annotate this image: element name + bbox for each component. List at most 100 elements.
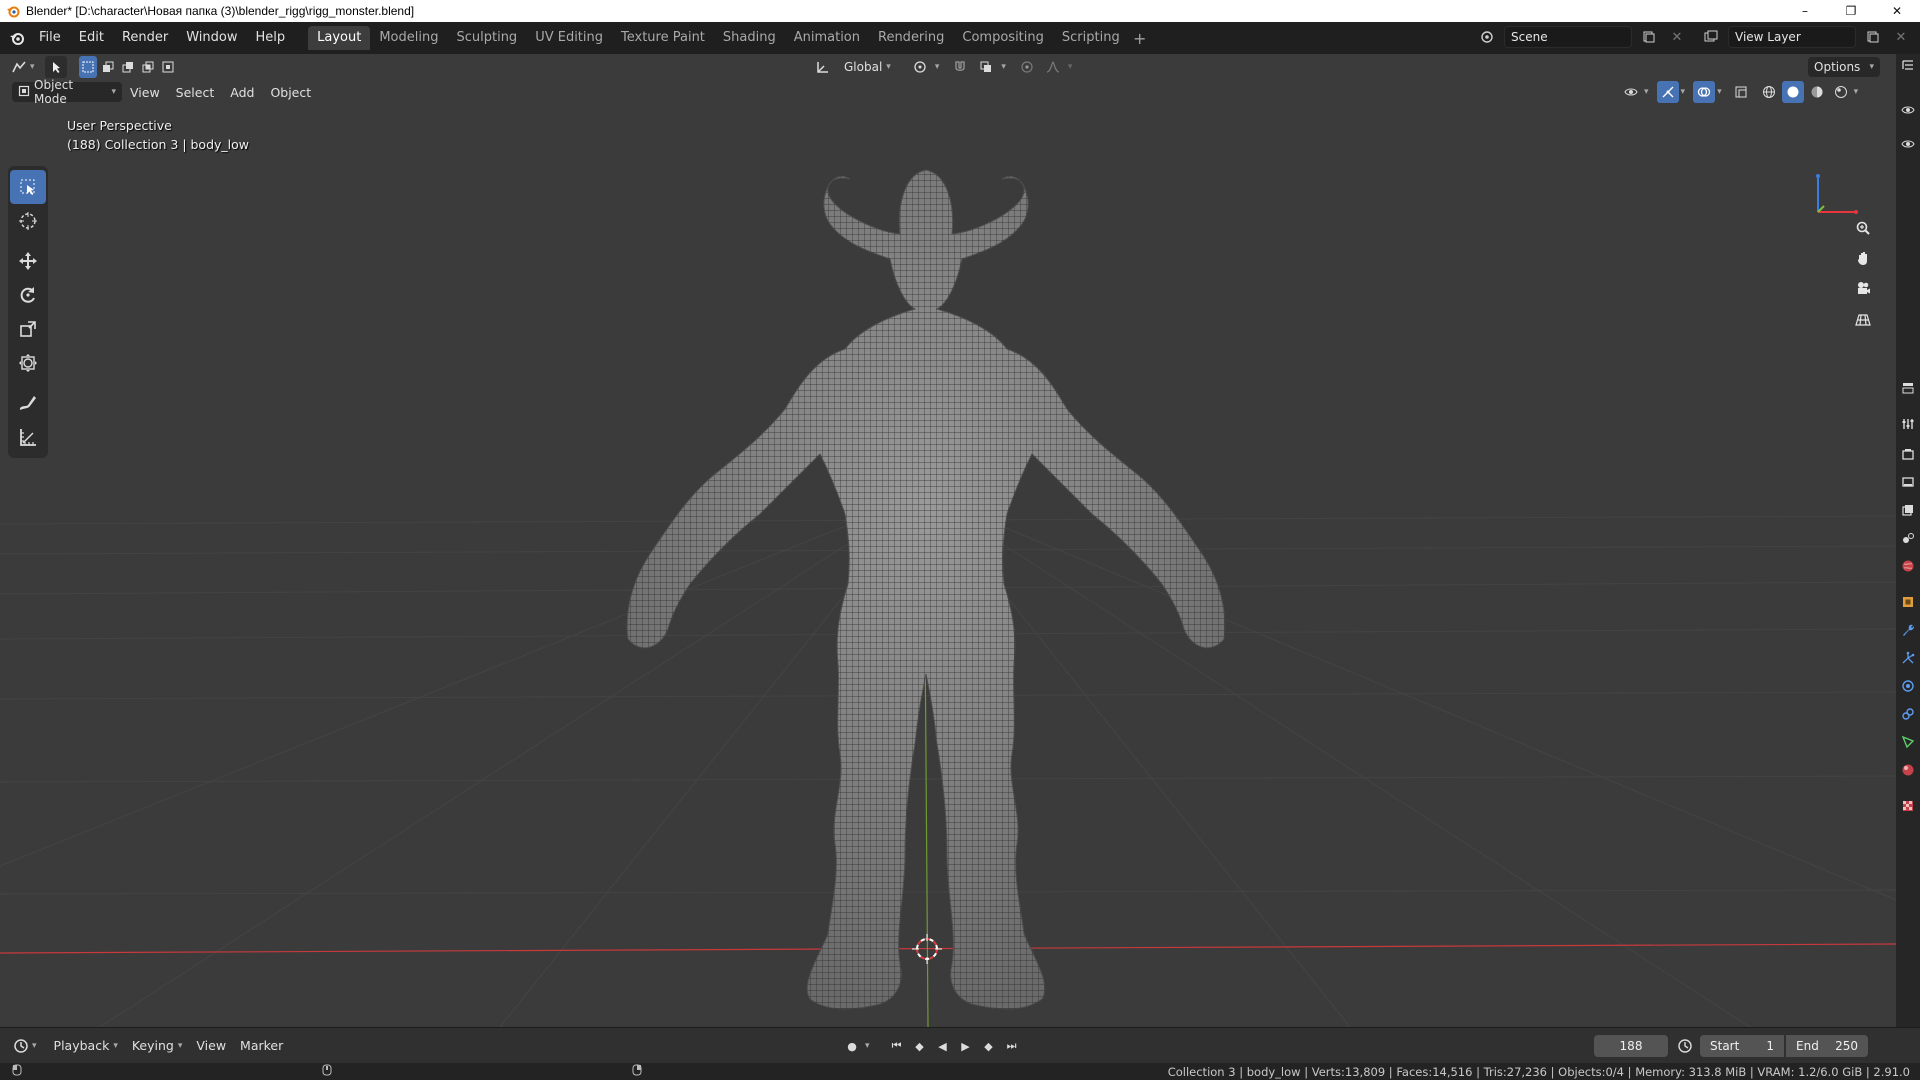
menu-render[interactable]: Render — [113, 27, 177, 49]
timeline-menu-playback[interactable]: Playback ▾ — [47, 1038, 125, 1053]
select-intersect-icon[interactable] — [159, 56, 177, 78]
editor-type-icon[interactable] — [8, 56, 30, 78]
falloff-icon[interactable] — [1042, 56, 1064, 78]
tab-rendering[interactable]: Rendering — [869, 26, 953, 50]
viewport-menu-add[interactable]: Add — [222, 85, 262, 100]
timeline-menu-marker[interactable]: Marker — [233, 1038, 290, 1053]
measure-icon[interactable] — [8, 420, 48, 454]
tool-settings-icon[interactable] — [1898, 414, 1918, 434]
texture-properties-icon[interactable] — [1898, 796, 1918, 816]
tab-animation[interactable]: Animation — [785, 26, 869, 50]
overlays-chevron-icon[interactable]: ▾ — [1717, 87, 1722, 97]
delete-view-layer-icon[interactable]: ✕ — [1890, 26, 1912, 48]
view-layer-type-icon[interactable] — [1700, 26, 1722, 48]
add-workspace-icon[interactable]: + — [1129, 27, 1151, 49]
tab-sculpting[interactable]: Sculpting — [447, 26, 526, 50]
select-new-icon[interactable] — [78, 56, 97, 78]
annotate-icon[interactable] — [8, 386, 48, 420]
render-properties-icon[interactable] — [1898, 444, 1918, 464]
rendered-shading-icon[interactable] — [1830, 81, 1852, 103]
properties-editor-icon[interactable] — [1898, 378, 1918, 398]
camera-view-icon[interactable] — [1849, 274, 1877, 302]
constraints-properties-icon[interactable] — [1898, 704, 1918, 724]
auto-keying-chevron-icon[interactable]: ▾ — [865, 1041, 870, 1051]
world-properties-icon[interactable] — [1898, 556, 1918, 576]
scene-type-icon[interactable] — [1476, 26, 1498, 48]
timeline-menu-view[interactable]: View — [189, 1038, 233, 1053]
tab-scripting[interactable]: Scripting — [1053, 26, 1129, 50]
perspective-toggle-icon[interactable] — [1849, 306, 1877, 334]
move-icon[interactable] — [8, 244, 48, 278]
tab-layout[interactable]: Layout — [308, 26, 371, 50]
cursor-icon[interactable] — [8, 204, 48, 238]
shading-chevron-icon[interactable]: ▾ — [1854, 87, 1859, 97]
tab-modeling[interactable]: Modeling — [370, 26, 447, 50]
current-frame-field[interactable]: 188 — [1594, 1035, 1668, 1057]
start-frame-field[interactable]: Start 1 — [1700, 1035, 1784, 1057]
options-dropdown[interactable]: Options ▾ — [1808, 57, 1880, 77]
xray-toggle-icon[interactable] — [1730, 81, 1752, 103]
end-frame-field[interactable]: End 250 — [1786, 1035, 1868, 1057]
prev-keyframe-icon[interactable]: ◆ — [910, 1036, 930, 1056]
visibility-eye-2-icon[interactable] — [1898, 134, 1918, 154]
solid-shading-icon[interactable] — [1781, 81, 1804, 103]
object-properties-icon[interactable] — [1898, 592, 1918, 612]
material-properties-icon[interactable] — [1898, 760, 1918, 780]
select-box-icon[interactable] — [10, 170, 46, 204]
pivot-point-icon[interactable] — [909, 56, 931, 78]
selectability-visibility-icon[interactable] — [1620, 81, 1642, 103]
scale-icon[interactable] — [8, 312, 48, 346]
particles-properties-icon[interactable] — [1898, 648, 1918, 668]
select-invert-icon[interactable] — [139, 56, 157, 78]
auto-keying-icon[interactable]: ● — [842, 1036, 862, 1056]
output-properties-icon[interactable] — [1898, 472, 1918, 492]
jump-start-icon[interactable]: ⏮ — [887, 1036, 907, 1056]
timeline-menu-keying[interactable]: Keying ▾ — [125, 1038, 190, 1053]
gizmo-toggle-icon[interactable] — [1656, 81, 1679, 103]
orientation-dropdown[interactable]: Global ▾ — [838, 57, 897, 77]
select-extend-icon[interactable] — [99, 56, 117, 78]
visibility-eye-icon[interactable] — [1898, 100, 1918, 120]
minimize-button[interactable]: – — [1782, 0, 1828, 22]
snap-toggle-icon[interactable] — [949, 56, 971, 78]
close-button[interactable]: ✕ — [1874, 0, 1920, 22]
scene-name-field[interactable]: Scene — [1504, 26, 1632, 48]
tab-uv-editing[interactable]: UV Editing — [526, 26, 612, 50]
scene-properties-icon[interactable] — [1898, 528, 1918, 548]
view-layer-properties-icon[interactable] — [1898, 500, 1918, 520]
wireframe-shading-icon[interactable] — [1758, 81, 1780, 103]
select-subtract-icon[interactable] — [119, 56, 137, 78]
falloff-chevron-icon[interactable]: ▾ — [1068, 62, 1073, 72]
viewport-menu-object[interactable]: Object — [262, 85, 319, 100]
jump-end-icon[interactable]: ⏭ — [1002, 1036, 1022, 1056]
mode-dropdown[interactable]: Object Mode ▾ — [12, 78, 122, 106]
modifier-properties-icon[interactable] — [1898, 620, 1918, 640]
physics-properties-icon[interactable] — [1898, 676, 1918, 696]
tab-compositing[interactable]: Compositing — [953, 26, 1053, 50]
viewport-menu-select[interactable]: Select — [168, 85, 223, 100]
menu-help[interactable]: Help — [247, 27, 295, 49]
outliner-icon[interactable] — [1898, 56, 1918, 76]
snap-target-icon[interactable] — [975, 56, 997, 78]
preview-range-icon[interactable] — [1674, 1035, 1696, 1057]
overlays-toggle-icon[interactable] — [1693, 81, 1716, 103]
proportional-edit-icon[interactable] — [1016, 56, 1038, 78]
tab-shading[interactable]: Shading — [714, 26, 785, 50]
pan-hand-icon[interactable] — [1849, 244, 1877, 272]
visibility-chevron-icon[interactable]: ▾ — [1644, 87, 1649, 97]
3d-viewport[interactable]: User Perspective (188) Collection 3 | bo… — [0, 54, 1896, 1027]
blender-menu-icon[interactable] — [4, 25, 30, 51]
material-preview-icon[interactable] — [1806, 81, 1828, 103]
rotate-icon[interactable] — [8, 278, 48, 312]
play-reverse-icon[interactable]: ◀ — [933, 1036, 953, 1056]
pivot-chevron-icon[interactable]: ▾ — [935, 62, 940, 72]
new-view-layer-icon[interactable] — [1862, 26, 1884, 48]
timeline-editor-chevron-icon[interactable]: ▾ — [32, 1041, 37, 1051]
gizmo-chevron-icon[interactable]: ▾ — [1681, 87, 1686, 97]
menu-window[interactable]: Window — [177, 27, 246, 49]
play-icon[interactable]: ▶ — [956, 1036, 976, 1056]
viewport-menu-view[interactable]: View — [122, 85, 168, 100]
delete-scene-icon[interactable]: ✕ — [1666, 26, 1688, 48]
menu-file[interactable]: File — [30, 27, 70, 49]
zoom-icon[interactable] — [1849, 214, 1877, 242]
